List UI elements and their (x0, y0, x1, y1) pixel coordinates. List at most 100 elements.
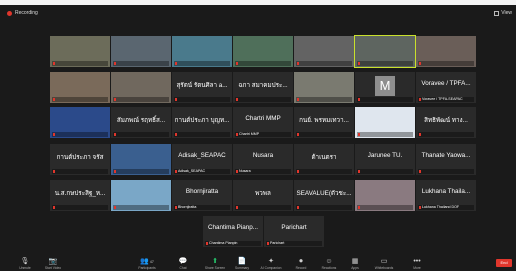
muted-mic-icon (419, 61, 421, 65)
participant-tile[interactable]: Thanate Yaowa... (416, 144, 476, 175)
toolbar-label: Whiteboards (374, 266, 394, 270)
participant-display-name: Bhornjiratta (185, 188, 219, 195)
muted-mic-icon (53, 132, 55, 136)
participant-name-label (235, 97, 291, 102)
participant-tile[interactable]: ฉกา สมาคมประ... (233, 72, 293, 103)
muted-mic-icon (419, 169, 421, 173)
muted-mic-icon (297, 132, 299, 136)
participant-tile[interactable]: ต้าเนตรา (294, 144, 354, 175)
participant-name-label (52, 97, 108, 102)
muted-mic-icon (236, 205, 238, 209)
participant-tile[interactable]: สุรัตน์ รัตนศิลา a... (172, 72, 232, 103)
participant-tile[interactable]: M (355, 72, 415, 103)
participant-tile[interactable] (50, 107, 110, 138)
participant-name-label: Adisak_SEAPAC (174, 169, 230, 174)
ai-companion-icon: ✦ (268, 258, 274, 265)
participant-tile[interactable]: Chantima Pianp... Chantima Pianpin (203, 216, 263, 247)
muted-mic-icon (419, 205, 421, 209)
participant-display-name: กานต์ประภา จรัส (56, 154, 104, 161)
more-button[interactable]: ••• More (402, 258, 432, 270)
participant-name-label (113, 132, 169, 137)
participant-tile[interactable]: กนย์. พรหมเทวา... (294, 107, 354, 138)
participant-name-label: Parichart (266, 241, 322, 246)
participant-tile[interactable]: Nusara Nusara (233, 144, 293, 175)
participant-tile[interactable] (111, 180, 171, 211)
muted-mic-icon (358, 61, 360, 65)
chat-button[interactable]: 💬 Chat (168, 258, 198, 270)
muted-mic-icon (236, 97, 238, 101)
end-meeting-button[interactable]: End (496, 259, 512, 267)
start-video-button[interactable]: 📷 Start Video (38, 258, 68, 270)
participant-display-name: SEAVALUE(ตัวชะ... (296, 190, 352, 197)
muted-mic-icon (419, 132, 421, 136)
participant-tile[interactable] (354, 35, 416, 68)
participant-tile[interactable]: Chartri MMP Chartri MMP (233, 107, 293, 138)
participant-tile[interactable]: พวพล (233, 180, 293, 211)
participant-tile[interactable] (355, 107, 415, 138)
unmute-button[interactable]: 🎙 Unmute (10, 258, 40, 270)
participant-display-name: Voravee / TPFA... (421, 80, 471, 87)
participant-tile[interactable]: Parichart Parichart (264, 216, 324, 247)
muted-mic-icon (114, 205, 116, 209)
muted-mic-icon (114, 61, 116, 65)
view-button[interactable]: View (494, 10, 512, 16)
participant-tile[interactable]: Jarunee TU. (355, 144, 415, 175)
participant-tile[interactable]: SEAVALUE(ตัวชะ... (294, 180, 354, 211)
participant-display-name: Parichart (281, 224, 307, 231)
muted-mic-icon (297, 205, 299, 209)
participant-tile[interactable] (233, 36, 293, 67)
participant-label-text: Bhornjiratta (178, 205, 197, 209)
participant-tile[interactable]: สัมภพณ์ รฤทธิ์ส... (111, 107, 171, 138)
participant-tile[interactable] (50, 36, 110, 67)
participant-tile[interactable]: น.ส.กษประสิฐ_ห... (50, 180, 110, 211)
participant-tile[interactable] (355, 180, 415, 211)
muted-mic-icon (175, 132, 177, 136)
participant-display-name: ต้าเนตรา (311, 154, 337, 161)
muted-mic-icon (297, 97, 299, 101)
participant-tile[interactable]: Lukhana Thaila... Lukhana Thailand DOF (416, 180, 476, 211)
chat-icon: 💬 (178, 258, 188, 265)
participant-tile[interactable] (172, 36, 232, 67)
apps-icon: ▦ (351, 258, 359, 265)
participant-tile[interactable]: กานต์ประภา บุญท... (172, 107, 232, 138)
more-icon: ••• (413, 258, 421, 265)
participant-tile[interactable]: Voravee / TPFA... Voravee / TPFA-SEAPAC (416, 72, 476, 103)
recording-indicator[interactable]: Recording (7, 10, 38, 16)
muted-mic-icon (114, 132, 116, 136)
participant-tile[interactable] (111, 144, 171, 175)
record-button[interactable]: ⏺ Record (286, 258, 316, 270)
muted-mic-icon (175, 169, 177, 173)
muted-mic-icon (236, 169, 238, 173)
whiteboards-button[interactable]: ▭ Whiteboards (369, 258, 399, 270)
meeting-topbar: Recording View (0, 5, 516, 21)
participant-tile[interactable] (294, 72, 354, 103)
meeting-toolbar: 🎙 Unmute 📷 Start Video 👥47 Participants 💬 Chat ⬆… (0, 254, 516, 271)
participant-tile[interactable] (111, 36, 171, 67)
participant-tile[interactable]: สิทธิพัฒน์ ทาง... (416, 107, 476, 138)
participants-icon: 👥47 (140, 258, 154, 265)
participant-name-label (52, 132, 108, 137)
participant-tile[interactable]: Bhornjiratta Bhornjiratta (172, 180, 232, 211)
participant-tile[interactable]: กานต์ประภา จรัส (50, 144, 110, 175)
participant-label-text: Lukhana Thailand DOF (422, 205, 460, 209)
participant-avatar-letter: M (375, 76, 395, 96)
participant-tile[interactable] (111, 72, 171, 103)
participant-display-name: สุรัตน์ รัตนศิลา a... (176, 82, 228, 89)
participant-tile[interactable]: Adisak_SEAPAC Adisak_SEAPAC (172, 144, 232, 175)
participant-tile[interactable] (50, 72, 110, 103)
apps-button[interactable]: ▦ Apps (340, 258, 370, 270)
toolbar-label: Record (295, 266, 307, 270)
participant-name-label (174, 97, 230, 102)
participant-name-label (418, 132, 474, 137)
participants-button[interactable]: 👥47 Participants (132, 258, 162, 270)
participant-label-text: Voravee / TPFA-SEAPAC (422, 97, 463, 101)
muted-mic-icon (358, 205, 360, 209)
muted-mic-icon (175, 97, 177, 101)
participant-tile[interactable] (416, 36, 476, 67)
summary-button[interactable]: 📄 Summary (227, 258, 257, 270)
participant-tile[interactable] (294, 36, 354, 67)
record-icon: ⏺ (299, 258, 303, 265)
ai-companion-button[interactable]: ✦ AI Companion (256, 258, 286, 270)
share-screen-button[interactable]: ⬆ Share Screen (200, 258, 230, 270)
participant-display-name: Jarunee TU. (367, 152, 403, 159)
